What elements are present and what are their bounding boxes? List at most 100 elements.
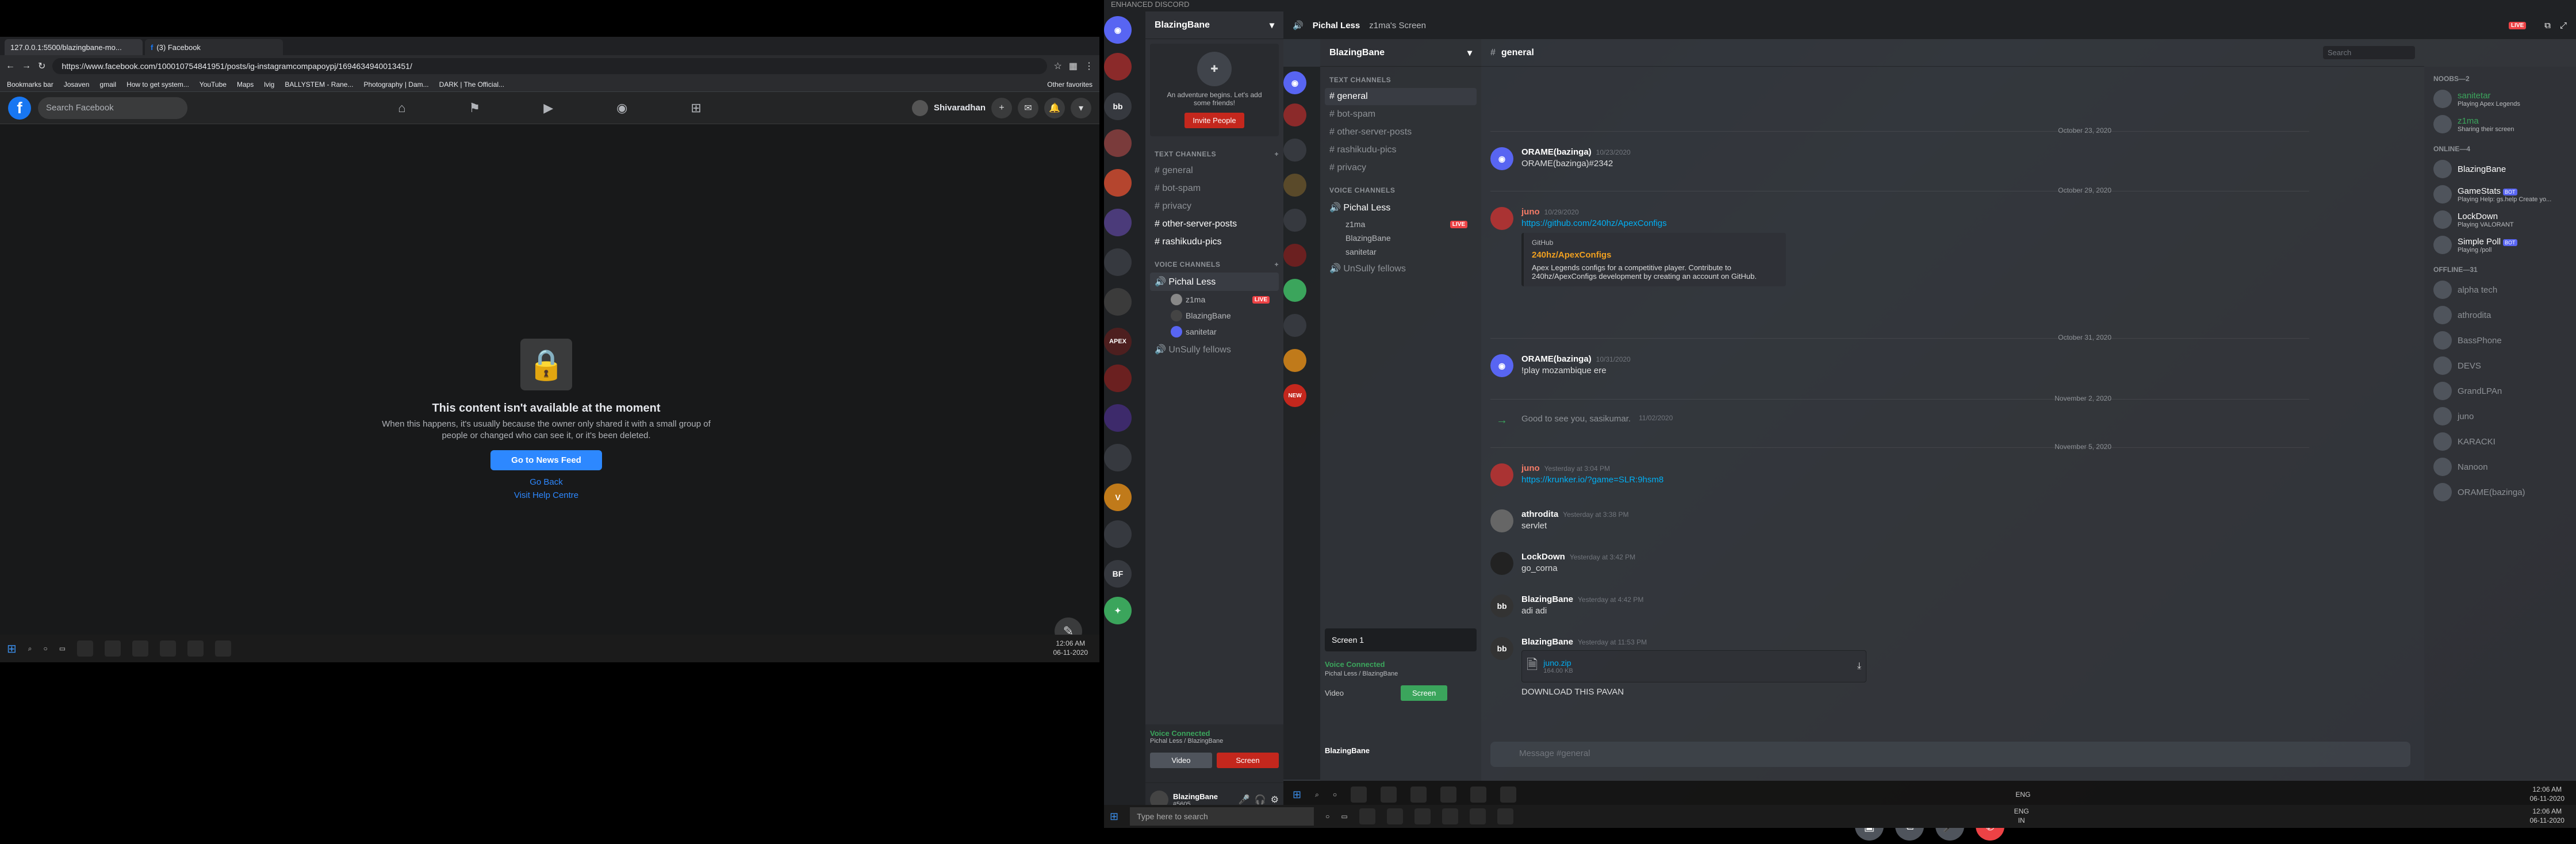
- bookmark-other-favorites[interactable]: Other favorites: [1047, 80, 1092, 89]
- server-icon[interactable]: [1104, 169, 1132, 197]
- extensions-icon[interactable]: ▦: [1069, 60, 1078, 72]
- bookmark-item[interactable]: Photography | Dam...: [363, 80, 428, 89]
- create-plus-icon[interactable]: +: [991, 97, 1012, 118]
- taskbar-app-icon[interactable]: [215, 640, 232, 657]
- groups-icon[interactable]: ◉: [616, 101, 627, 116]
- taskbar-app-icon[interactable]: [1497, 808, 1513, 824]
- star-icon[interactable]: ☆: [1054, 60, 1062, 72]
- facebook-search-input[interactable]: Search Facebook: [38, 97, 187, 119]
- taskbar-app-icon[interactable]: [77, 640, 94, 657]
- search-icon[interactable]: ⌕: [28, 644, 32, 653]
- fullscreen-icon[interactable]: ⤢: [2560, 21, 2567, 30]
- invite-people-button[interactable]: Invite People: [1184, 113, 1244, 128]
- cortana-icon[interactable]: ○: [44, 644, 48, 653]
- server-icon[interactable]: bb: [1104, 93, 1132, 120]
- voice-user[interactable]: sanitetar: [1145, 324, 1283, 340]
- profile-name[interactable]: Shivaradhan: [934, 103, 986, 113]
- server-icon[interactable]: [1104, 520, 1132, 548]
- bookmark-item[interactable]: BALLYSTEM - Rane...: [285, 80, 353, 89]
- taskbar-app-icon[interactable]: [1359, 808, 1375, 824]
- messenger-icon[interactable]: ✉: [1018, 97, 1038, 118]
- home-discord-icon[interactable]: ◉: [1104, 16, 1132, 44]
- explore-compass-icon[interactable]: ✦: [1104, 597, 1132, 624]
- server-icon[interactable]: [1104, 404, 1132, 432]
- settings-gear-icon[interactable]: ⚙: [1271, 794, 1279, 805]
- microphone-icon[interactable]: 🎤: [1239, 794, 1250, 805]
- task-view-icon[interactable]: ▭: [59, 644, 66, 653]
- server-icon[interactable]: [1104, 209, 1132, 236]
- server-icon[interactable]: [1104, 444, 1132, 471]
- voice-channel-unsully-fellows[interactable]: 🔊 UnSully fellows: [1150, 340, 1279, 359]
- windows-start-icon[interactable]: ⊞: [1110, 811, 1118, 823]
- taskbar-clock[interactable]: 12:06 AM 06-11-2020: [2529, 807, 2564, 825]
- pages-flag-icon[interactable]: ⚑: [469, 101, 480, 116]
- bookmark-item[interactable]: Maps: [237, 80, 254, 89]
- bookmark-item[interactable]: gmail: [99, 80, 116, 89]
- forward-arrow-icon[interactable]: →: [22, 61, 31, 71]
- text-channels-category[interactable]: TEXT CHANNELS +: [1145, 141, 1283, 162]
- browser-tab-1[interactable]: 127.0.0.1:5500/blazingbane-mo...: [5, 39, 143, 55]
- taskbar-app-icon[interactable]: [1386, 808, 1403, 824]
- bookmark-item[interactable]: Bookmarks bar: [7, 80, 53, 89]
- watch-icon[interactable]: ▶: [543, 101, 553, 116]
- taskbar-app-icon[interactable]: [1469, 808, 1486, 824]
- server-icon[interactable]: [1104, 53, 1132, 80]
- reload-icon[interactable]: ↻: [38, 60, 45, 72]
- taskbar-app-icon[interactable]: [132, 640, 149, 657]
- address-bar[interactable]: https://www.facebook.com/100010754841951…: [52, 58, 1047, 74]
- home-icon[interactable]: ⌂: [398, 101, 405, 116]
- voice-user[interactable]: BlazingBane: [1145, 308, 1283, 324]
- browser-tab-facebook[interactable]: f (3) Facebook: [145, 39, 283, 55]
- taskbar-search-input[interactable]: Type here to search: [1130, 807, 1314, 826]
- add-friends-icon: ✚: [1197, 52, 1232, 86]
- add-channel-icon[interactable]: +: [1274, 150, 1279, 158]
- server-icon[interactable]: [1104, 365, 1132, 392]
- voice-user[interactable]: z1ma LIVE: [1145, 291, 1283, 308]
- go-back-link[interactable]: Go Back: [374, 477, 719, 487]
- channel-rashikudu-pics[interactable]: # rashikudu-pics: [1150, 233, 1279, 251]
- screen-share-button[interactable]: Screen: [1217, 753, 1279, 768]
- taskbar-app-icon[interactable]: [1442, 808, 1458, 824]
- headphones-icon[interactable]: 🎧: [1255, 794, 1266, 805]
- server-header[interactable]: BlazingBane ▾: [1145, 11, 1283, 39]
- channel-bot-spam[interactable]: # bot-spam: [1150, 180, 1279, 197]
- voice-channels-category[interactable]: VOICE CHANNELS +: [1145, 251, 1283, 272]
- bookmark-item[interactable]: How to get system...: [126, 80, 189, 89]
- facebook-logo[interactable]: f: [8, 96, 31, 120]
- go-to-news-feed-button[interactable]: Go to News Feed: [490, 450, 602, 470]
- gaming-icon[interactable]: ⊞: [691, 101, 701, 116]
- cortana-icon[interactable]: ○: [1325, 812, 1329, 820]
- visit-help-centre-link[interactable]: Visit Help Centre: [374, 490, 719, 500]
- bookmark-item[interactable]: DARK | The Official...: [439, 80, 504, 89]
- taskbar-app-icon[interactable]: [187, 640, 204, 657]
- server-icon[interactable]: BF: [1104, 560, 1132, 588]
- taskbar-clock[interactable]: 12:06 AM 06-11-2020: [1053, 639, 1088, 657]
- video-button[interactable]: Video: [1150, 753, 1212, 768]
- server-icon[interactable]: [1104, 129, 1132, 157]
- avatar[interactable]: [911, 99, 928, 116]
- server-icon[interactable]: [1104, 248, 1132, 276]
- windows-start-icon: ⊞: [1293, 788, 1302, 800]
- server-icon[interactable]: APEX: [1104, 328, 1132, 355]
- voice-channel-pichal-less[interactable]: 🔊 Pichal Less: [1150, 273, 1279, 291]
- bookmark-item[interactable]: YouTube: [200, 80, 227, 89]
- channel-privacy[interactable]: # privacy: [1150, 198, 1279, 215]
- taskbar-app-icon[interactable]: [1414, 808, 1431, 824]
- menu-dots-icon[interactable]: ⋮: [1084, 60, 1094, 72]
- account-chevron-down-icon[interactable]: ▾: [1071, 97, 1091, 118]
- taskbar-app-icon[interactable]: [160, 640, 177, 657]
- taskbar-app-icon[interactable]: [105, 640, 121, 657]
- channel-general[interactable]: # general: [1150, 162, 1279, 179]
- server-icon[interactable]: [1104, 288, 1132, 316]
- language-indicator[interactable]: ENG IN: [2014, 807, 2029, 825]
- channel-other-server-posts[interactable]: # other-server-posts: [1150, 216, 1279, 233]
- back-arrow-icon[interactable]: ←: [6, 61, 15, 71]
- add-channel-icon[interactable]: +: [1274, 260, 1279, 268]
- task-view-icon[interactable]: ▭: [1341, 812, 1347, 820]
- bookmark-item[interactable]: Josaven: [64, 80, 90, 89]
- bookmark-item[interactable]: lvig: [264, 80, 274, 89]
- server-icon[interactable]: V: [1104, 484, 1132, 511]
- notifications-bell-icon[interactable]: 🔔: [1044, 97, 1065, 118]
- windows-start-icon[interactable]: ⊞: [7, 642, 17, 656]
- popout-icon[interactable]: ⧉: [2544, 21, 2551, 30]
